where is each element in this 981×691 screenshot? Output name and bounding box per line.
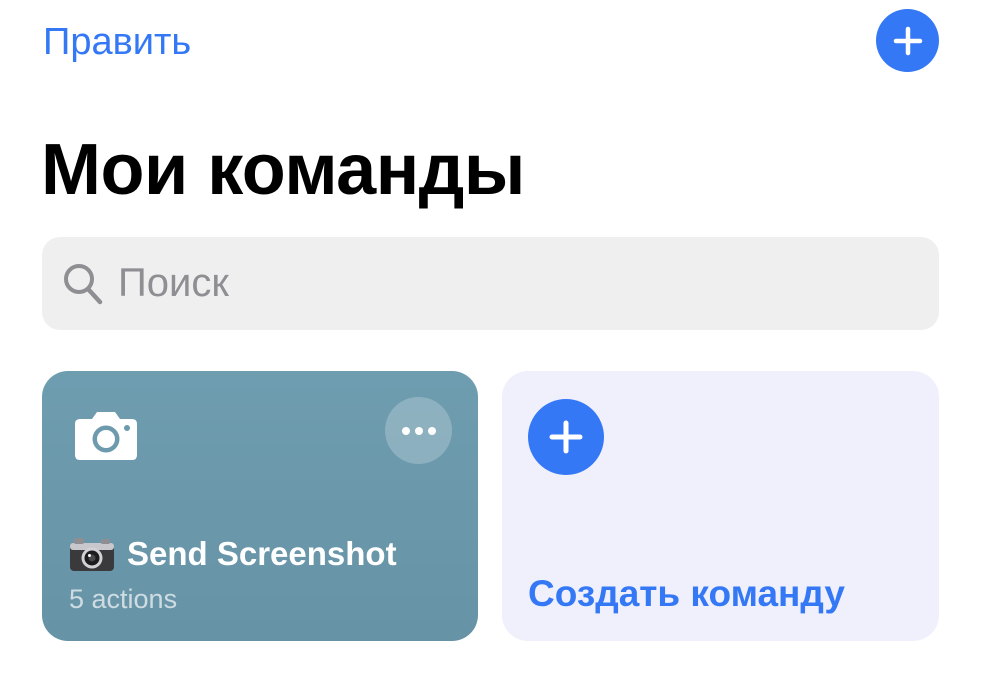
create-plus-button[interactable] (528, 399, 604, 475)
shortcut-card[interactable]: Send Screenshot 5 actions (42, 371, 478, 641)
page-title: Мои команды (41, 130, 525, 210)
search-input[interactable] (118, 253, 878, 314)
edit-button[interactable]: Править (43, 18, 191, 66)
camera-emoji-icon (70, 538, 114, 571)
create-shortcut-card[interactable]: Создать команду (502, 371, 939, 641)
add-shortcut-button[interactable] (876, 9, 939, 72)
shortcut-name: Send Screenshot (127, 535, 397, 572)
ellipsis-icon (401, 426, 410, 435)
search-bar[interactable] (42, 237, 939, 330)
search-icon (64, 263, 103, 304)
shortcut-action-count: 5 actions (69, 584, 178, 614)
more-options-button[interactable] (385, 397, 452, 464)
create-shortcut-label: Создать команду (528, 573, 845, 614)
camera-icon (75, 412, 137, 460)
plus-icon (893, 26, 922, 55)
shortcut-title-row: Send Screenshot (69, 534, 397, 574)
plus-icon (549, 420, 583, 454)
